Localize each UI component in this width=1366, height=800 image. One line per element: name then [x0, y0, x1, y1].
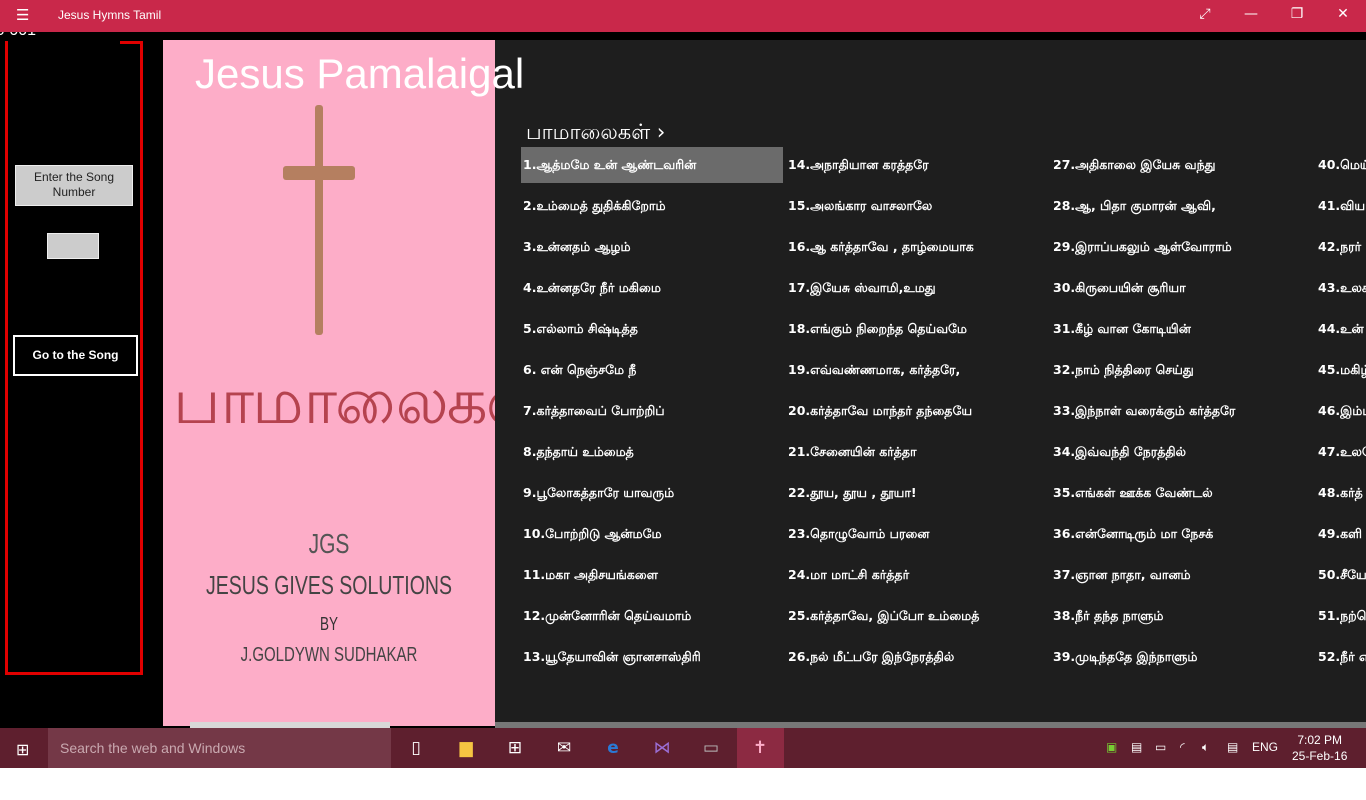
logo-by: BY [319, 614, 338, 634]
song-item[interactable]: 18.எங்கும் நிறைந்த தெய்வமே [786, 311, 1048, 347]
nvidia-icon[interactable]: ▣ [1106, 740, 1117, 754]
battery-icon[interactable]: ▭ [1155, 740, 1166, 754]
song-item[interactable]: 25.கர்த்தாவே, இப்போ உம்மைத் [786, 598, 1048, 634]
title-bar: ☰ Jesus Hymns Tamil ⤢ — ❐ ✕ [0, 0, 1366, 32]
minimize-button[interactable]: — [1241, 6, 1261, 22]
song-item[interactable]: 44.உன் [1316, 311, 1366, 347]
song-item[interactable]: 8.தந்தாய் உம்மைத் [521, 434, 783, 470]
windows-start-icon[interactable]: ⊞ [16, 740, 29, 759]
close-button[interactable]: ✕ [1333, 6, 1353, 22]
jesus-hymns-app-icon[interactable]: ✝ [748, 736, 772, 760]
fullscreen-icon[interactable]: ⤢ [1195, 6, 1215, 22]
song-item[interactable]: 38.நீர் தந்த நாளும் [1051, 598, 1313, 634]
song-item[interactable]: 5.எல்லாம் சிஷ்டித்த [521, 311, 783, 347]
section-header[interactable]: பாமாலைகள் › [526, 120, 665, 147]
song-item[interactable]: 21.சேனையின் கர்த்தா [786, 434, 1048, 470]
song-item[interactable]: 17.இயேசு ஸ்வாமி,உமது [786, 270, 1048, 306]
wifi-icon[interactable]: ◜ [1180, 740, 1185, 754]
song-item[interactable]: 12.முன்னோரின் தெய்வமாம் [521, 598, 783, 634]
song-item[interactable]: 7.கர்த்தாவைப் போற்றிப் [521, 393, 783, 429]
song-item[interactable]: 36.என்னோடிரும் மா நேசக் [1051, 516, 1313, 552]
terminal-icon[interactable]: ▭ [699, 736, 723, 760]
song-item[interactable]: 43.உலக [1316, 270, 1366, 306]
logo-tagline: JESUS GIVES SOLUTIONS [206, 570, 452, 600]
cross-icon [315, 105, 323, 335]
song-item[interactable]: 39.முடிந்ததே இந்நாளும் [1051, 639, 1313, 675]
song-item[interactable]: 11.மகா அதிசயங்களை [521, 557, 783, 593]
file-explorer-icon[interactable]: ▆ [454, 736, 478, 760]
song-item[interactable]: 27.அதிகாலை இயேசு வந்து [1051, 147, 1313, 183]
song-item[interactable]: 19.எவ்வண்ணமாக, கர்த்தரே, [786, 352, 1048, 388]
song-item[interactable]: 28.ஆ, பிதா குமாரன் ஆவி, [1051, 188, 1313, 224]
clock[interactable]: 7:02 PM 25-Feb-16 [1292, 732, 1347, 764]
taskbar: ⊞ Search the web and Windows ▯ ▆ ⊞ ✉ e ⋈… [0, 728, 1366, 768]
song-item[interactable]: 46.இம்ப [1316, 393, 1366, 429]
visual-studio-icon[interactable]: ⋈ [650, 736, 674, 760]
taskbar-search[interactable]: Search the web and Windows [48, 728, 391, 768]
store-icon[interactable]: ⊞ [503, 736, 527, 760]
clock-time: 7:02 PM [1297, 733, 1343, 747]
song-item[interactable]: 29.இராப்பகலும் ஆள்வோராம் [1051, 229, 1313, 265]
clipped-text: 9 001 [0, 32, 36, 40]
song-item[interactable]: 13.யூதேயாவின் ஞானசாஸ்திரி [521, 639, 783, 675]
app-title: Jesus Hymns Tamil [58, 8, 162, 22]
song-item[interactable]: 24.மா மாட்சி கர்த்தர் [786, 557, 1048, 593]
song-item[interactable]: 32.நாம் நித்திரை செய்து [1051, 352, 1313, 388]
enter-song-number-label: Enter the Song Number [15, 165, 133, 206]
app-content: 9 001 Enter the Song Number Go to the So… [0, 32, 1366, 728]
song-item[interactable]: 30.கிருபையின் சூரியா [1051, 270, 1313, 306]
song-item[interactable]: 41.வியா [1316, 188, 1366, 224]
mail-icon[interactable]: ✉ [552, 736, 576, 760]
logo-tamil-text: பாமாலைகள் [173, 365, 543, 439]
hamburger-menu-icon[interactable]: ☰ [16, 6, 29, 24]
logo-author: J.GOLDYWN SUDHAKAR [240, 644, 418, 666]
song-item[interactable]: 9.பூலோகத்தாரே யாவரும் [521, 475, 783, 511]
song-item[interactable]: 4.உன்னதரே நீர் மகிமை [521, 270, 783, 306]
song-item[interactable]: 31.கீழ் வான கோடியின் [1051, 311, 1313, 347]
song-item[interactable]: 6. என் நெஞ்சமே நீ [521, 352, 783, 388]
song-item[interactable]: 49.களி [1316, 516, 1366, 552]
task-view-icon[interactable]: ▯ [404, 736, 428, 760]
song-number-input[interactable] [47, 233, 99, 259]
song-item[interactable]: 20.கர்த்தாவே மாந்தர் தந்தையே [786, 393, 1048, 429]
language-indicator[interactable]: ENG [1252, 740, 1278, 754]
song-item[interactable]: 37.ஞான நாதா, வானம் [1051, 557, 1313, 593]
song-item[interactable]: 16.ஆ கர்த்தாவே , தாழ்மையாக [786, 229, 1048, 265]
song-item[interactable]: 52.நீர் எ [1316, 639, 1366, 675]
song-list: பாமாலைகள் › 1.ஆத்மமே உன் ஆண்டவரின் 2.உம்ம… [495, 40, 1366, 722]
song-item[interactable]: 10.போற்றிடு ஆன்மமே [521, 516, 783, 552]
song-item[interactable]: 45.மகிழ் [1316, 352, 1366, 388]
app-heading: Jesus Pamalaigal [195, 50, 525, 97]
song-item[interactable]: 50.சீயே [1316, 557, 1366, 593]
restore-button[interactable]: ❐ [1287, 6, 1307, 22]
song-item[interactable]: 33.இந்நாள் வரைக்கும் கர்த்தரே [1051, 393, 1313, 429]
action-center-icon[interactable]: ▤ [1227, 740, 1238, 754]
song-item[interactable]: 26.நல் மீட்பரே இந்நேரத்தில் [786, 639, 1048, 675]
song-item[interactable]: 35.எங்கள் ஊக்க வேண்டல் [1051, 475, 1313, 511]
song-item[interactable]: 51.நற்செ [1316, 598, 1366, 634]
go-to-song-button[interactable]: Go to the Song [13, 335, 138, 376]
song-item[interactable]: 3.உன்னதம் ஆழம் [521, 229, 783, 265]
song-item[interactable]: 1.ஆத்மமே உன் ஆண்டவரின் [521, 147, 783, 183]
song-item[interactable]: 40.மெய் [1316, 147, 1366, 183]
song-item[interactable]: 23.தொழுவோம் பரனை [786, 516, 1048, 552]
song-item[interactable]: 34.இவ்வந்தி நேரத்தில் [1051, 434, 1313, 470]
song-item[interactable]: 22.தூய, தூய , தூயா! [786, 475, 1048, 511]
touchpad-icon[interactable]: ▤ [1131, 740, 1142, 754]
song-item[interactable]: 42.நரர் [1316, 229, 1366, 265]
clock-date: 25-Feb-16 [1292, 749, 1348, 763]
song-item[interactable]: 48.கர்த் [1316, 475, 1366, 511]
edge-icon[interactable]: e [601, 736, 625, 760]
logo-jgs: JGS [308, 528, 350, 559]
song-item[interactable]: 14.அநாதியான கரத்தரே [786, 147, 1048, 183]
hero-image: பாமாலைகள் JGS JESUS GIVES SOLUTIONS BY J… [163, 40, 543, 726]
song-item[interactable]: 47.உலகே [1316, 434, 1366, 470]
cross-icon-bar [283, 166, 355, 180]
volume-icon[interactable]: 🔈︎ [1202, 740, 1209, 755]
song-item[interactable]: 2.உம்மைத் துதிக்கிறோம் [521, 188, 783, 224]
song-item[interactable]: 15.அலங்கார வாசலாலே [786, 188, 1048, 224]
